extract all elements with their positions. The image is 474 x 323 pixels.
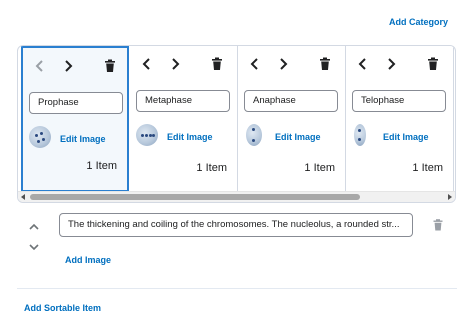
add-sortable-item-link[interactable]: Add Sortable Item xyxy=(24,303,101,313)
chevron-left-icon[interactable] xyxy=(247,56,263,72)
scroll-right-arrow-icon[interactable] xyxy=(448,194,452,200)
trash-icon[interactable] xyxy=(209,56,225,72)
chevron-left-icon[interactable] xyxy=(139,56,155,72)
chevron-right-icon[interactable] xyxy=(383,56,399,72)
trash-icon[interactable] xyxy=(425,56,441,72)
chevron-right-icon[interactable] xyxy=(167,56,183,72)
anaphase-image xyxy=(246,124,262,146)
chevron-right-icon[interactable] xyxy=(60,58,76,74)
category-card-telophase[interactable]: Telophase Edit Image 1 Item xyxy=(346,46,454,192)
category-card-metaphase[interactable]: Metaphase Edit Image 1 Item xyxy=(130,46,238,192)
scroll-left-arrow-icon[interactable] xyxy=(21,194,25,200)
chevron-left-icon[interactable] xyxy=(355,56,371,72)
category-card-anaphase[interactable]: Anaphase Edit Image 1 Item xyxy=(238,46,346,192)
category-name-input[interactable]: Anaphase xyxy=(244,90,338,112)
add-image-link[interactable]: Add Image xyxy=(65,255,111,265)
trash-icon[interactable] xyxy=(431,218,445,232)
edit-image-link[interactable]: Edit Image xyxy=(60,134,106,144)
category-carousel: Prophase Edit Image 1 Item Metaphase Edi… xyxy=(17,45,456,203)
item-count: 1 Item xyxy=(196,162,227,174)
edit-image-link[interactable]: Edit Image xyxy=(383,132,429,142)
edit-image-link[interactable]: Edit Image xyxy=(167,132,213,142)
item-count: 1 Item xyxy=(304,162,335,174)
item-text-field[interactable]: The thickening and coiling of the chromo… xyxy=(59,213,413,237)
prophase-image xyxy=(29,126,51,148)
telophase-image xyxy=(354,124,366,146)
chevron-right-icon[interactable] xyxy=(275,56,291,72)
divider xyxy=(17,288,457,289)
add-category-link[interactable]: Add Category xyxy=(389,17,448,27)
trash-icon[interactable] xyxy=(317,56,333,72)
metaphase-image xyxy=(136,124,158,146)
category-card-prophase[interactable]: Prophase Edit Image 1 Item xyxy=(21,46,129,192)
scrollbar-thumb[interactable] xyxy=(30,194,360,200)
edit-image-link[interactable]: Edit Image xyxy=(275,132,321,142)
item-count: 1 Item xyxy=(412,162,443,174)
sortable-item: The thickening and coiling of the chromo… xyxy=(17,210,457,270)
category-name-input[interactable]: Metaphase xyxy=(136,90,230,112)
chevron-left-icon[interactable] xyxy=(32,58,48,74)
horizontal-scrollbar[interactable] xyxy=(18,191,455,202)
trash-icon[interactable] xyxy=(102,58,118,74)
category-strip: Prophase Edit Image 1 Item Metaphase Edi… xyxy=(18,46,455,192)
chevron-down-icon[interactable] xyxy=(27,240,41,254)
category-name-input[interactable]: Prophase xyxy=(29,92,123,114)
item-count: 1 Item xyxy=(86,160,117,172)
category-name-input[interactable]: Telophase xyxy=(352,90,446,112)
chevron-up-icon[interactable] xyxy=(27,220,41,234)
